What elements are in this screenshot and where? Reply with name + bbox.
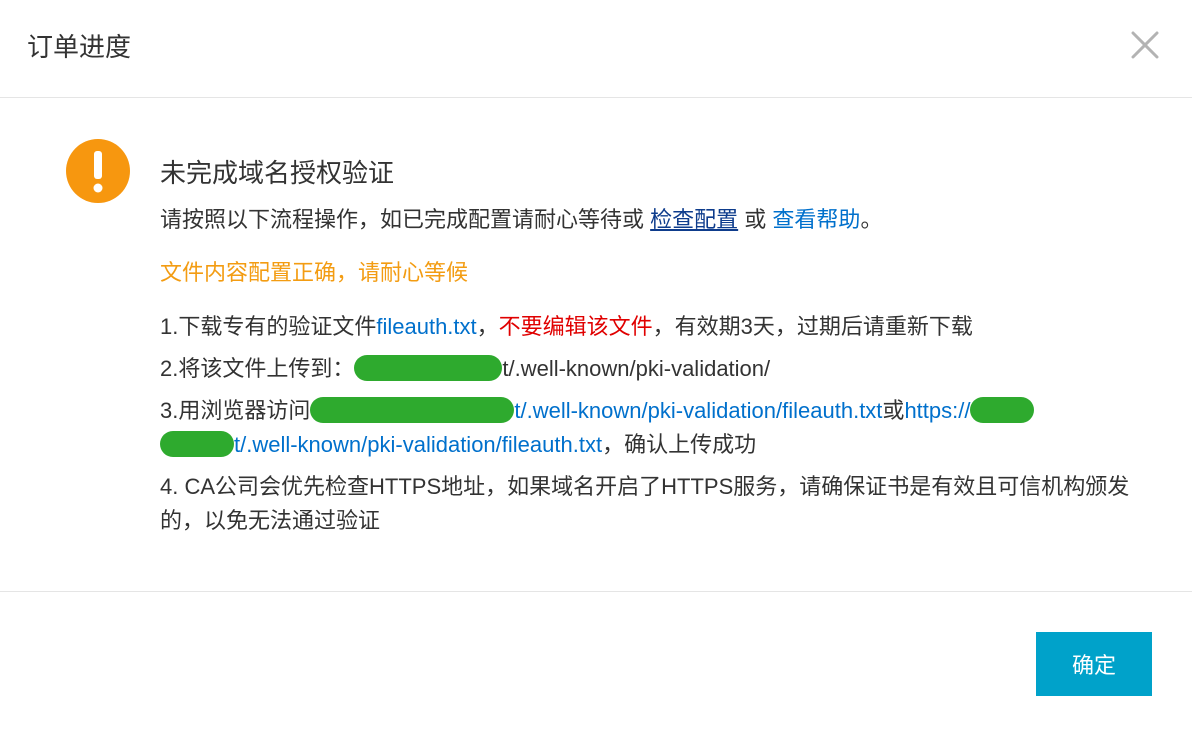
step-3-suffix: ，确认上传成功 [602, 432, 757, 457]
fileauth-download-link[interactable]: fileauth.txt [376, 314, 476, 339]
step-1-suffix: ，有效期3天，过期后请重新下载 [652, 314, 973, 339]
no-edit-warning: 不要编辑该文件 [498, 314, 653, 339]
redacted-domain [354, 355, 503, 381]
view-help-link[interactable]: 查看帮助 [772, 207, 860, 232]
confirm-button[interactable]: 确定 [1036, 632, 1152, 696]
step-1: 1.下载专有的验证文件fileauth.txt，不要编辑该文件，有效期3天，过期… [160, 310, 1140, 344]
dialog-header: 订单进度 [0, 0, 1192, 98]
step-3: 3.用浏览器访问 t/.well-known/pki-validation/fil… [160, 394, 1140, 462]
step-2: 2.将该文件上传到： t/.well-known/pki-validation/ [160, 352, 1140, 386]
file-status-message: 文件内容配置正确，请耐心等候 [160, 260, 469, 285]
dialog-body: 未完成域名授权验证 请按照以下流程操作，如已完成配置请耐心等待或 检查配置 或 … [0, 98, 1192, 592]
status-title: 未完成域名授权验证 [160, 158, 395, 188]
status-content: 未完成域名授权验证 请按照以下流程操作，如已完成配置请耐心等待或 检查配置 或 … [160, 156, 1140, 546]
close-button[interactable] [1128, 28, 1162, 62]
step-3-or: 或 [882, 398, 905, 423]
check-config-link[interactable]: 检查配置 [650, 207, 738, 232]
redacted-url-1 [310, 397, 515, 423]
validation-url-https-link[interactable]: t/.well-known/pki-validation/fileauth.tx… [234, 432, 602, 457]
redacted-url-2b [160, 431, 234, 457]
redacted-url-2a [970, 397, 1035, 423]
validation-url-https-prefix[interactable]: https:// [904, 398, 970, 423]
steps-list: 1.下载专有的验证文件fileauth.txt，不要编辑该文件，有效期3天，过期… [160, 310, 1140, 538]
step-2-path: t/.well-known/pki-validation/ [502, 356, 771, 381]
instruction-suffix: 。 [860, 207, 883, 232]
step-3-prefix: 3.用浏览器访问 [160, 398, 311, 423]
instruction-prefix: 请按照以下流程操作，如已完成配置请耐心等待或 [160, 207, 645, 232]
step-2-prefix: 2.将该文件上传到： [160, 356, 355, 381]
order-progress-dialog: 订单进度 未完成域名授权验证 请按照以下流程操作，如已完成配置请耐心等待或 检查… [0, 0, 1192, 740]
step-1-comma: ， [476, 314, 499, 339]
dialog-title: 订单进度 [27, 32, 132, 62]
dialog-footer: 确定 [0, 592, 1192, 740]
validation-url-http-link[interactable]: t/.well-known/pki-validation/fileauth.tx… [514, 398, 882, 423]
close-icon [1131, 31, 1159, 59]
step-4: 4. CA公司会优先检查HTTPS地址，如果域名开启了HTTPS服务，请确保证书… [160, 474, 1130, 533]
warning-icon [66, 139, 130, 203]
step-1-prefix: 1.下载专有的验证文件 [160, 314, 377, 339]
instruction-text: 请按照以下流程操作，如已完成配置请耐心等待或 检查配置 或 查看帮助。 [160, 205, 1140, 235]
or-word: 或 [744, 207, 767, 232]
